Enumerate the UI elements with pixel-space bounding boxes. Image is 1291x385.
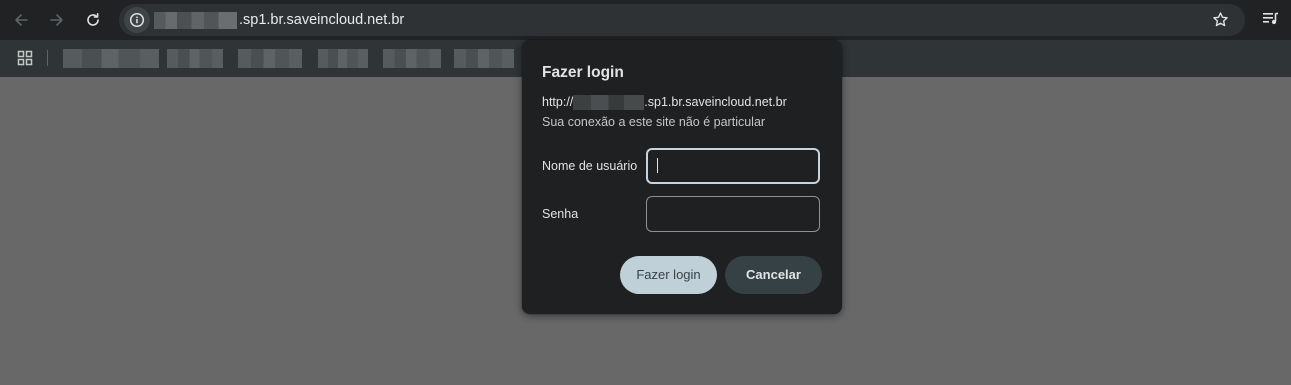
privacy-warning: Sua conexão a este site não é particular (542, 115, 766, 129)
back-button[interactable] (7, 6, 35, 34)
http-auth-dialog: Fazer login http:// .sp1.br.saveincloud.n… (522, 40, 842, 314)
redacted-bookmark[interactable] (383, 49, 441, 68)
address-bar[interactable]: .sp1.br.saveincloud.net.br (119, 4, 1245, 36)
origin-prefix: http:// (542, 95, 574, 109)
browser-toolbar: .sp1.br.saveincloud.net.br (0, 0, 1291, 40)
url-text: .sp1.br.saveincloud.net.br (239, 12, 405, 28)
redacted-bookmark[interactable] (167, 49, 223, 68)
redacted-bookmark[interactable] (63, 49, 159, 68)
text-caret (657, 158, 658, 173)
reload-button[interactable] (79, 6, 107, 34)
password-label: Senha (542, 207, 579, 221)
apps-button[interactable] (17, 50, 33, 71)
apps-grid-icon (17, 50, 33, 66)
back-arrow-icon (15, 14, 28, 26)
forward-button[interactable] (43, 6, 71, 34)
redacted-bookmark[interactable] (238, 49, 302, 68)
username-label: Nome de usuário (542, 159, 638, 173)
username-input[interactable] (646, 148, 820, 184)
origin-url: http:// .sp1.br.saveincloud.net.br (542, 95, 787, 111)
cancel-button[interactable]: Cancelar (725, 256, 822, 294)
dialog-title: Fazer login (542, 64, 624, 81)
redacted-bookmark[interactable] (318, 49, 368, 68)
redacted-origin-host (573, 95, 645, 110)
reload-icon (87, 13, 99, 26)
password-input[interactable] (646, 196, 820, 232)
bookmarks-divider (47, 50, 48, 66)
origin-suffix: .sp1.br.saveincloud.net.br (644, 95, 787, 109)
login-button[interactable]: Fazer login (620, 256, 717, 294)
reading-list-icon (1263, 12, 1278, 25)
info-icon (129, 12, 145, 28)
site-info-button[interactable] (124, 7, 150, 33)
bookmark-star-button[interactable] (1212, 11, 1229, 33)
redacted-bookmark[interactable] (454, 49, 514, 68)
star-icon (1213, 12, 1228, 27)
forward-arrow-icon (50, 14, 63, 26)
redacted-hostname (154, 12, 237, 29)
reading-list-button[interactable] (1262, 11, 1279, 32)
